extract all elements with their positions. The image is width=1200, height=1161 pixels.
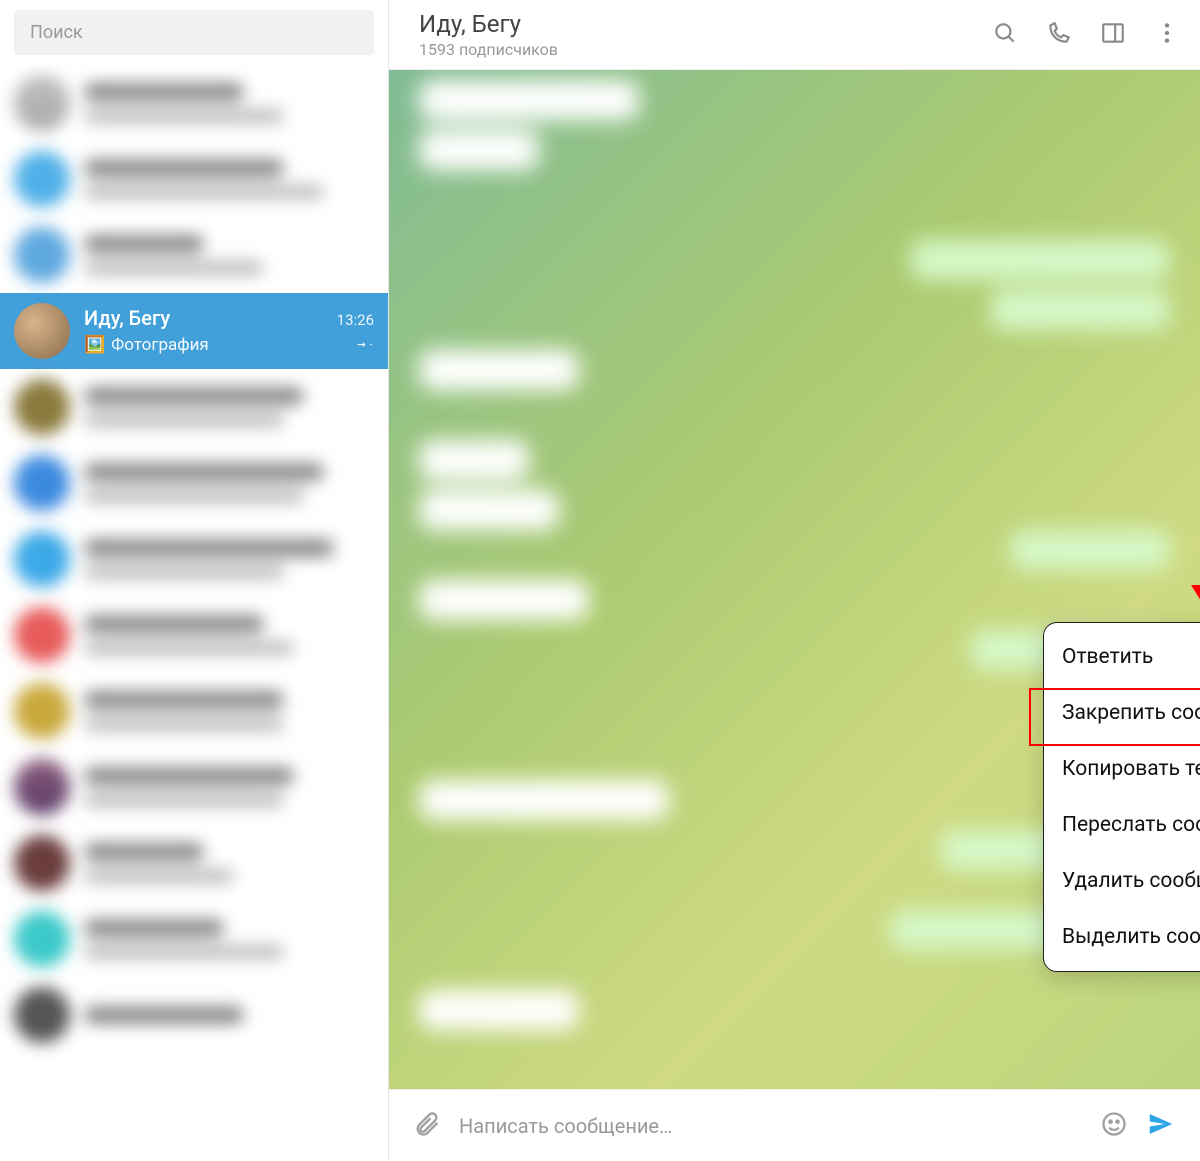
chat-preview: 🖼️ Фотография	[84, 335, 209, 355]
panel-icon[interactable]	[1100, 20, 1126, 50]
main: Иду, Бегу 1593 подписчиков	[389, 0, 1200, 1161]
chat-item-blurred[interactable]	[0, 217, 388, 293]
context-menu: Ответить Закрепить сообщение Копировать …	[1043, 622, 1200, 972]
avatar	[14, 151, 70, 207]
chat-item-blurred[interactable]	[0, 673, 388, 749]
send-icon[interactable]	[1146, 1109, 1176, 1143]
context-menu-pin-message[interactable]: Закрепить сообщение	[1044, 685, 1200, 741]
context-menu-select[interactable]: Выделить сообщение	[1044, 909, 1200, 965]
compose-input[interactable]	[459, 1114, 1082, 1138]
chat-item-blurred[interactable]	[0, 141, 388, 217]
avatar	[14, 303, 70, 359]
chat-title: Иду, Бегу	[419, 10, 992, 38]
chat-item-blurred[interactable]	[0, 445, 388, 521]
chat-list: Иду, Бегу 13:26 🖼️ Фотография	[0, 65, 388, 1161]
avatar	[14, 531, 70, 587]
avatar	[14, 683, 70, 739]
avatar	[14, 911, 70, 967]
avatar	[14, 379, 70, 435]
avatar	[14, 607, 70, 663]
context-menu-copy-text[interactable]: Копировать текст	[1044, 741, 1200, 797]
chat-time: 13:26	[337, 311, 374, 329]
chat-item-blurred[interactable]	[0, 977, 388, 1053]
chat-item-blurred[interactable]	[0, 521, 388, 597]
chat-item-active[interactable]: Иду, Бегу 13:26 🖼️ Фотография	[0, 293, 388, 369]
message-area[interactable]: Ответить Закрепить сообщение Копировать …	[389, 70, 1200, 1089]
avatar	[14, 75, 70, 131]
paperclip-icon[interactable]	[413, 1110, 441, 1142]
annotation-arrow	[1181, 400, 1200, 630]
more-icon[interactable]	[1154, 20, 1180, 50]
chat-item-blurred[interactable]	[0, 749, 388, 825]
chat-item-blurred[interactable]	[0, 825, 388, 901]
avatar	[14, 835, 70, 891]
search-input[interactable]: Поиск	[14, 10, 374, 55]
avatar	[14, 987, 70, 1043]
context-menu-reply[interactable]: Ответить	[1044, 629, 1200, 685]
chat-subtitle: 1593 подписчиков	[419, 40, 992, 59]
chat-item-blurred[interactable]	[0, 901, 388, 977]
chat-header-info[interactable]: Иду, Бегу 1593 подписчиков	[419, 10, 992, 59]
chat-item-blurred[interactable]	[0, 597, 388, 673]
avatar	[14, 455, 70, 511]
context-menu-forward[interactable]: Переслать сообщение	[1044, 797, 1200, 853]
chat-header: Иду, Бегу 1593 подписчиков	[389, 0, 1200, 70]
chat-name: Иду, Бегу	[84, 306, 170, 330]
emoji-icon[interactable]	[1100, 1110, 1128, 1142]
chat-preview-text: Фотография	[111, 335, 209, 355]
pin-icon	[356, 334, 374, 356]
chat-item-blurred[interactable]	[0, 369, 388, 445]
phone-icon[interactable]	[1046, 20, 1072, 50]
avatar	[14, 759, 70, 815]
compose-bar	[389, 1089, 1200, 1161]
context-menu-delete[interactable]: Удалить сообщение	[1044, 853, 1200, 909]
photo-icon: 🖼️	[84, 335, 105, 355]
chat-item-blurred[interactable]	[0, 65, 388, 141]
search-icon[interactable]	[992, 20, 1018, 50]
avatar	[14, 227, 70, 283]
sidebar: Поиск Иду, Бегу 13:26 🖼️	[0, 0, 389, 1161]
